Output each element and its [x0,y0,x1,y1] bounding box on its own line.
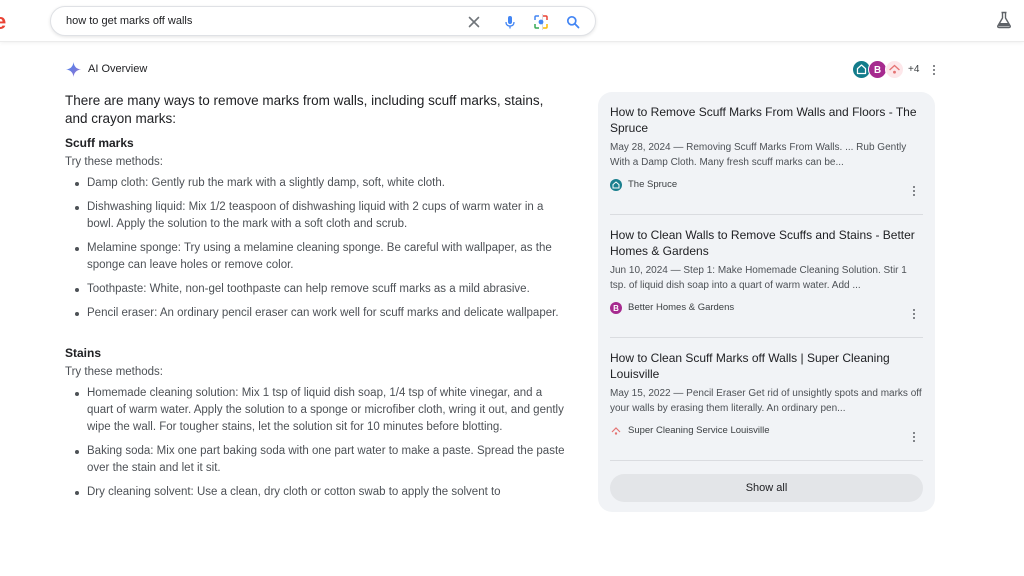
search-box[interactable]: how to get marks off walls [50,6,596,36]
source-card-site-name: The Spruce [628,179,678,190]
source-card-title[interactable]: How to Remove Scuff Marks From Walls and… [610,104,923,136]
list-item: Toothpaste: White, non-gel toothpaste ca… [65,281,565,298]
sparkle-icon [66,62,81,77]
list-item: Homemade cleaning solution: Mix 1 tsp of… [65,385,565,436]
sources-panel: How to Remove Scuff Marks From Walls and… [598,92,935,512]
source-card-site[interactable]: Super Cleaning Service Louisville [610,424,923,438]
source-card-menu-icon[interactable] [912,432,916,444]
more-sources-count: +4 [908,64,920,75]
list-item: Dry cleaning solvent: Use a clean, dry c… [65,484,565,501]
source-card-menu-icon[interactable] [912,309,916,321]
lens-icon[interactable] [533,14,549,30]
section-title: Scuff marks [65,136,134,150]
supercleaning-favicon [885,60,904,79]
source-card[interactable]: How to Remove Scuff Marks From Walls and… [610,104,923,192]
google-logo[interactable]: e [0,12,12,30]
section-stains: Stains Try these methods: Homemade clean… [65,346,565,501]
source-card-site-name: Super Cleaning Service Louisville [628,425,770,436]
source-card-site[interactable]: B Better Homes & Gardens [610,301,923,315]
card-divider [610,460,923,461]
ai-overview-title: AI Overview [88,63,148,75]
source-card-snippet: May 15, 2022 — Pencil Eraser Get rid of … [610,388,922,414]
method-list: Homemade cleaning solution: Mix 1 tsp of… [65,385,565,501]
list-item: Melamine sponge: Try using a melamine cl… [65,240,565,274]
search-icon[interactable] [565,14,581,30]
svg-text:B: B [874,65,881,76]
source-card-site[interactable]: The Spruce [610,178,923,192]
section-subtitle: Try these methods: [65,156,164,168]
flask-icon[interactable] [996,11,1012,29]
source-card-menu-icon[interactable] [912,186,916,198]
search-input[interactable]: how to get marks off walls [66,15,192,27]
card-divider [610,337,923,338]
list-item: Baking soda: Mix one part baking soda wi… [65,443,565,477]
top-bar: e how to get marks off walls [0,0,1024,42]
source-card-snippet: May 28, 2024 — Removing Scuff Marks From… [610,142,907,168]
list-item: Pencil eraser: An ordinary pencil eraser… [65,305,565,322]
section-scuff-marks: Scuff marks Try these methods: Damp clot… [65,136,565,322]
section-subtitle: Try these methods: [65,366,164,378]
ai-overview-menu-icon[interactable] [932,65,936,77]
section-title: Stains [65,346,102,360]
list-item: Dishwashing liquid: Mix 1/2 teaspoon of … [65,199,565,233]
source-card-site-name: Better Homes & Gardens [628,302,735,313]
source-card[interactable]: How to Clean Walls to Remove Scuffs and … [610,227,923,315]
microphone-icon[interactable] [502,14,518,30]
clear-icon[interactable] [466,14,482,30]
svg-text:B: B [613,304,619,313]
ai-overview-content: There are many ways to remove marks from… [65,92,565,508]
list-item: Damp cloth: Gently rub the mark with a s… [65,175,565,192]
source-card-title[interactable]: How to Clean Walls to Remove Scuffs and … [610,227,923,259]
source-favicons[interactable]: B +4 [852,60,922,80]
source-card[interactable]: How to Clean Scuff Marks off Walls | Sup… [610,350,923,438]
bhg-favicon: B [610,302,622,314]
card-divider [610,214,923,215]
method-list: Damp cloth: Gently rub the mark with a s… [65,175,565,322]
supercleaning-favicon [611,427,621,435]
source-card-snippet: Jun 10, 2024 — Step 1: Make Homemade Cle… [610,265,907,291]
source-card-title[interactable]: How to Clean Scuff Marks off Walls | Sup… [610,350,923,382]
show-all-button[interactable]: Show all [610,474,923,502]
ai-overview-intro: There are many ways to remove marks from… [65,93,544,126]
spruce-favicon [610,179,622,191]
